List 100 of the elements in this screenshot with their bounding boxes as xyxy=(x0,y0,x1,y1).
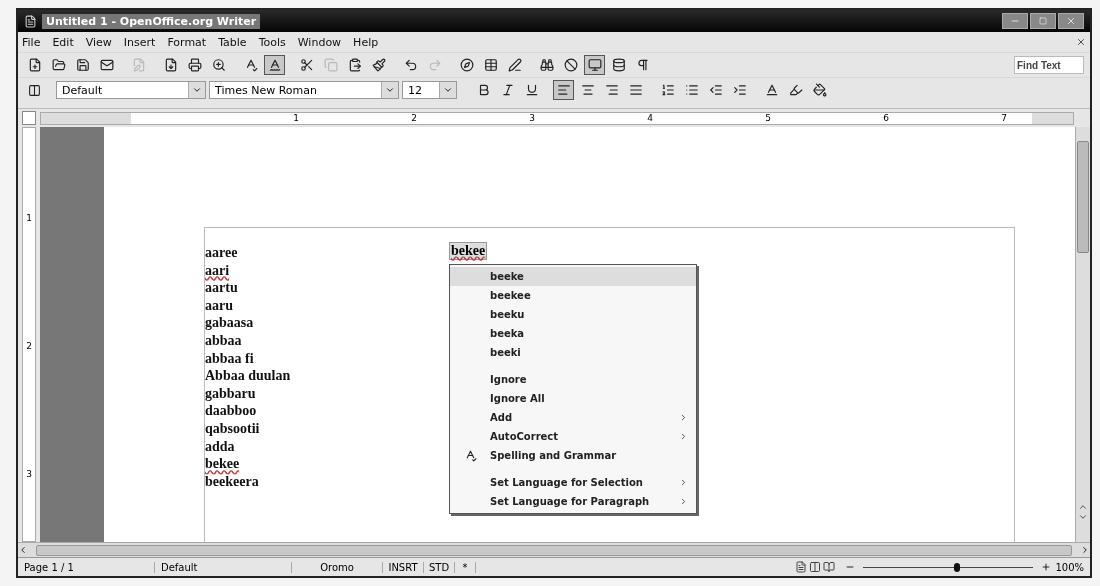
context-menu-item[interactable]: Ignore xyxy=(450,370,696,389)
app-icon xyxy=(24,14,37,28)
ruler-number: 3 xyxy=(26,469,32,479)
edit-file-icon xyxy=(131,58,146,72)
monitor-icon xyxy=(587,58,602,72)
document-text: gabbaru xyxy=(205,385,256,401)
zoom-percent: 100% xyxy=(1055,561,1084,573)
document-text: gabaasa xyxy=(205,315,254,331)
menu-item[interactable]: Tools xyxy=(258,35,286,49)
menu-item[interactable]: View xyxy=(85,35,112,49)
selection-mode: STD xyxy=(424,561,455,573)
previous-page-icon[interactable] xyxy=(1078,502,1088,512)
ruler-number: 4 xyxy=(646,113,653,123)
menu-item[interactable]: Format xyxy=(167,35,207,49)
scroll-left-icon[interactable] xyxy=(18,545,28,555)
context-menu-item[interactable]: beeki xyxy=(450,343,696,362)
multi-page-view-icon[interactable] xyxy=(809,561,822,573)
ruler-number: 7 xyxy=(1000,113,1007,123)
document-text: adda xyxy=(205,438,235,454)
paint-bucket-icon xyxy=(812,83,827,97)
align-left-icon xyxy=(556,83,571,97)
document-text: daabboo xyxy=(205,403,257,419)
context-menu-item[interactable]: Set Language for Selection xyxy=(450,473,696,492)
ruler-number: 1 xyxy=(292,113,299,123)
document-text: Abbaa duulan xyxy=(205,368,291,384)
ruler-number: 6 xyxy=(882,113,889,123)
horizontal-scrollbar[interactable] xyxy=(18,542,1090,557)
save-icon xyxy=(75,58,90,72)
database-icon xyxy=(611,58,626,72)
zoom-in-icon[interactable] xyxy=(1041,562,1052,572)
next-page-icon[interactable] xyxy=(1078,512,1088,522)
context-menu-item[interactable]: beekee xyxy=(450,286,696,305)
block-icon xyxy=(563,58,578,72)
pilcrow-icon xyxy=(635,58,650,72)
page-style: Default xyxy=(155,561,292,573)
mail-icon xyxy=(99,58,114,72)
find-text-field[interactable]: Find Text xyxy=(1014,56,1084,74)
tab-stop-selector[interactable] xyxy=(22,111,36,125)
menu-item[interactable]: Help xyxy=(353,35,379,49)
document-text: abbaa fi xyxy=(205,350,254,366)
menu-item[interactable]: File xyxy=(22,35,41,49)
vertical-scrollbar[interactable] xyxy=(1075,127,1090,542)
copy-icon xyxy=(323,58,338,72)
dropdown-icon xyxy=(385,85,395,95)
document-text: abbaa xyxy=(205,332,242,348)
cut-icon xyxy=(299,58,314,72)
indent-increase-icon xyxy=(732,83,747,97)
scrollbar-thumb[interactable] xyxy=(1077,141,1089,253)
scroll-right-icon[interactable] xyxy=(1080,545,1090,555)
window-title: Untitled 1 - OpenOffice.org Writer xyxy=(42,13,261,29)
font-size-combo[interactable]: 12 xyxy=(402,81,457,99)
open-icon xyxy=(51,58,66,72)
print-icon xyxy=(187,58,202,72)
context-menu-item[interactable]: Ignore All xyxy=(450,389,696,408)
ruler-number: 1 xyxy=(26,213,32,223)
draw-icon xyxy=(507,58,522,72)
toolbar-button[interactable] xyxy=(584,55,605,75)
close-icon xyxy=(1066,16,1076,26)
insert-mode: INSRT xyxy=(383,561,424,573)
scrollbar-thumb[interactable] xyxy=(36,544,1072,556)
menu-item[interactable]: Table xyxy=(218,35,247,49)
close-document-icon[interactable] xyxy=(1076,37,1086,47)
toolbar-button[interactable] xyxy=(264,55,285,75)
align-right-icon xyxy=(604,83,619,97)
context-menu-item[interactable]: Spelling and Grammar xyxy=(450,446,696,465)
document-text: aaru xyxy=(205,297,233,313)
dropdown-icon xyxy=(192,85,202,95)
modified-indicator: * xyxy=(455,561,476,573)
context-menu-item[interactable]: beeka xyxy=(450,324,696,343)
numbered-list-icon xyxy=(660,83,675,97)
underline-icon xyxy=(524,83,539,97)
paste-icon xyxy=(347,58,362,72)
indent-decrease-icon xyxy=(708,83,723,97)
document-text: aari xyxy=(205,262,230,278)
context-menu-item[interactable]: AutoCorrect xyxy=(450,427,696,446)
bullet-list-icon xyxy=(684,83,699,97)
single-page-view-icon[interactable] xyxy=(795,561,808,573)
document-text: aaree xyxy=(205,245,238,260)
highlighter-icon xyxy=(788,83,803,97)
selected-word: bekee xyxy=(449,242,488,260)
navigator-icon xyxy=(459,58,474,72)
page-count: Page 1 / 1 xyxy=(18,561,155,573)
menu-item[interactable]: Edit xyxy=(52,35,74,49)
font-color-icon xyxy=(764,83,779,97)
context-menu-item[interactable]: Add xyxy=(450,408,696,427)
context-menu-item[interactable]: beeku xyxy=(450,305,696,324)
context-menu-item[interactable]: beeke xyxy=(450,267,696,286)
paragraph-style-combo[interactable]: Default xyxy=(56,81,206,99)
font-name-combo[interactable]: Times New Roman xyxy=(209,81,399,99)
maximize-icon xyxy=(1039,17,1047,25)
menu-item[interactable]: Window xyxy=(297,35,342,49)
document-text: bekee xyxy=(205,456,240,472)
menu-item[interactable]: Insert xyxy=(123,35,156,49)
context-menu-item[interactable]: Set Language for Paragraph xyxy=(450,492,696,511)
redo-icon xyxy=(427,58,442,72)
ruler-number: 2 xyxy=(410,113,417,123)
book-view-icon[interactable] xyxy=(823,561,836,573)
find-icon xyxy=(539,58,554,72)
justify-icon xyxy=(628,83,643,97)
dropdown-icon xyxy=(443,85,453,95)
